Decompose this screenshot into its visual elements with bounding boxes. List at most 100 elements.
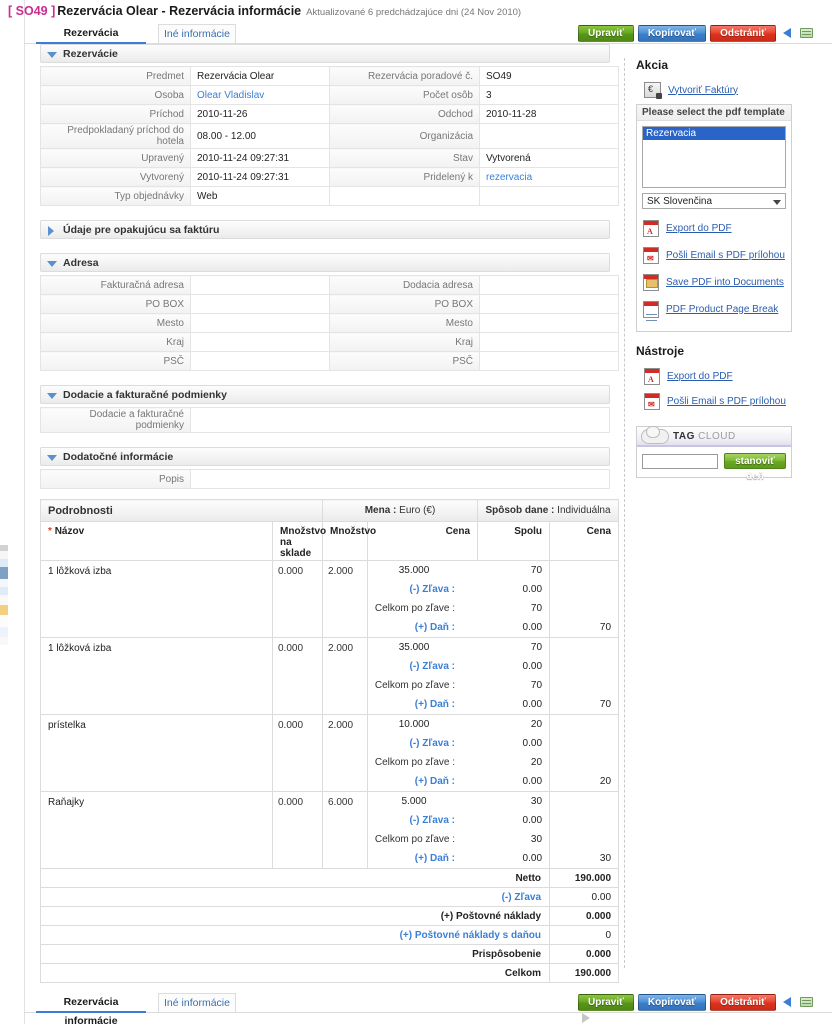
section-header-reservations[interactable]: Rezervácie — [40, 44, 610, 63]
item-qty: 2.000 — [322, 560, 368, 638]
item-breakdown: 35.000 70 (-) Zľava : 0.00 Celkom po zľave… — [366, 637, 551, 715]
pdf-email-icon — [643, 246, 659, 264]
total-label: (-) Zľava — [39, 887, 551, 907]
tools-pdf-export-link[interactable]: Export do PDF — [667, 371, 733, 382]
cloud-icon — [641, 426, 669, 444]
next-arrow-icon-bottom[interactable] — [578, 1011, 594, 1024]
field-value-assigned: rezervacia — [479, 167, 619, 187]
pdf-save-link[interactable]: Save PDF into Documents — [666, 277, 784, 288]
pdf-email-action[interactable]: Pošli Email s PDF prílohou — [643, 244, 791, 266]
pdf-export-action[interactable]: Export do PDF — [643, 217, 791, 239]
tab-reservation-info-top[interactable]: Rezervácia informácie — [36, 24, 146, 58]
pdf-export-link[interactable]: Export do PDF — [666, 223, 732, 234]
field-label: Dodacie a fakturačné podmienky — [40, 407, 191, 433]
field-value: Rezervácia Olear — [190, 66, 330, 86]
pdf-pagebreak-icon — [643, 300, 659, 318]
item-after-discount-label: Celkom po zľave : — [374, 757, 456, 768]
table-row: 1 lôžková izba 0.000 2.000 35.000 70 (-) … — [40, 560, 620, 638]
item-total: 70 — [530, 642, 543, 653]
toolbar-bottom: Upraviť Kopírovať Odstrániť — [578, 994, 832, 1023]
section-header-terms[interactable]: Dodacie a fakturačné podmienky — [40, 385, 610, 404]
field-label: Rezervácia poradové č. — [329, 66, 480, 86]
field-value: Web — [190, 186, 330, 206]
field-label: Typ objednávky — [40, 186, 191, 206]
item-line-total: 70 — [549, 637, 620, 715]
details-title: Podrobnosti — [40, 499, 323, 522]
item-qty: 2.000 — [322, 637, 368, 715]
item-discount: 0.00 — [522, 584, 543, 595]
pdf-pagebreak-action[interactable]: PDF Product Page Break — [643, 298, 791, 320]
field-value: 3 — [479, 85, 619, 105]
tools-pdf-email-link[interactable]: Pošli Email s PDF prílohou — [667, 396, 786, 407]
copy-button-bottom[interactable]: Kopírovať — [637, 994, 707, 1011]
field-row: Vytvorený 2010-11-24 09:27:31 Pridelený … — [40, 167, 619, 187]
previous-arrow-icon-bottom[interactable] — [780, 995, 796, 1010]
field-value — [190, 469, 610, 489]
section-title-recurring-invoice: Údaje pre opakujúcu sa faktúru — [63, 224, 220, 236]
total-value: 0.000 — [549, 944, 620, 964]
field-row: Upravený 2010-11-24 09:27:31 Stav Vytvor… — [40, 148, 619, 168]
item-qty: 2.000 — [322, 714, 368, 792]
pdf-template-panel: Please select the pdf template Rezervaci… — [636, 104, 792, 332]
pdf-export-icon — [644, 367, 660, 385]
field-value — [190, 294, 330, 314]
previous-arrow-icon-top[interactable] — [780, 26, 796, 41]
field-value — [479, 294, 619, 314]
delete-button-top[interactable]: Odstrániť — [710, 25, 776, 42]
item-after-discount-label: Celkom po zľave : — [374, 603, 456, 614]
copy-button-top[interactable]: Kopírovať — [637, 25, 707, 42]
tag-cloud-title: TAG CLOUD — [673, 431, 736, 442]
tools-pdf-email-action[interactable]: Pošli Email s PDF prílohou — [644, 390, 832, 412]
field-label: Organizácia — [329, 123, 480, 149]
delete-button-bottom[interactable]: Odstrániť — [710, 994, 776, 1011]
field-value: 2010-11-24 09:27:31 — [190, 148, 330, 168]
record-updated: Aktualizované 6 predchádzajúce dni (24 N… — [306, 7, 522, 18]
right-sidebar: Akcia Vytvoriť Faktúry Please select the… — [636, 58, 832, 482]
tag-submit-button[interactable]: stanoviť deň — [724, 453, 786, 482]
total-row-netto: Netto 190.000 — [39, 868, 620, 888]
item-total: 70 — [530, 565, 543, 576]
person-link[interactable]: Olear Vladislav — [197, 90, 264, 101]
section-additional: Dodatočné informácie Popis — [40, 447, 610, 489]
tab-other-info-top[interactable]: Iné informácie — [158, 24, 236, 44]
sidebar-tools-title: Nástroje — [636, 344, 685, 358]
tab-reservation-info-bottom[interactable]: Rezervácia informácie — [36, 993, 146, 1024]
field-value — [190, 275, 330, 295]
item-name: 1 lôžková izba — [40, 560, 273, 638]
field-label: Pridelený k — [329, 167, 480, 187]
pdf-pagebreak-link[interactable]: PDF Product Page Break — [666, 304, 778, 315]
tab-other-info-bottom[interactable]: Iné informácie — [158, 993, 236, 1013]
additional-field-table: Popis — [40, 469, 610, 489]
tag-input[interactable] — [642, 453, 718, 469]
list-view-icon-bottom[interactable] — [799, 995, 815, 1010]
field-value: Vytvorená — [479, 148, 619, 168]
item-qty: 6.000 — [322, 791, 368, 869]
field-value: 2010-11-28 — [479, 104, 619, 124]
assigned-link[interactable]: rezervacia — [486, 172, 532, 183]
field-label: Dodacia adresa — [329, 275, 480, 295]
field-row: Fakturačná adresa Dodacia adresa — [40, 275, 619, 295]
details-tax-method: Spôsob dane : Individuálna — [477, 499, 620, 522]
item-stock: 0.000 — [272, 637, 323, 715]
column-divider — [624, 58, 625, 968]
item-price: 35.000 — [398, 642, 430, 653]
field-row: PO BOX PO BOX — [40, 294, 619, 314]
pdf-template-option[interactable]: Rezervacia — [643, 127, 785, 140]
pdf-language-select[interactable]: SK Slovenčina — [642, 193, 786, 209]
edit-button-bottom[interactable]: Upraviť — [578, 994, 634, 1011]
section-header-additional[interactable]: Dodatočné informácie — [40, 447, 610, 466]
edit-button-top[interactable]: Upraviť — [578, 25, 634, 42]
section-header-recurring-invoice[interactable]: Údaje pre opakujúcu sa faktúru — [40, 220, 610, 239]
list-view-icon-top[interactable] — [799, 26, 815, 41]
field-value: 2010-11-24 09:27:31 — [190, 167, 330, 187]
pdf-template-listbox[interactable]: Rezervacia — [642, 126, 786, 188]
pdf-export-icon — [643, 219, 659, 237]
tools-pdf-export-action[interactable]: Export do PDF — [644, 365, 832, 387]
reservations-field-table: Predmet Rezervácia Olear Rezervácia pora… — [40, 66, 619, 206]
create-invoice-link[interactable]: Vytvoriť Faktúry — [668, 85, 738, 96]
pdf-email-link[interactable]: Pošli Email s PDF prílohou — [666, 250, 785, 261]
section-reservations: Rezervácie Predmet Rezervácia Olear Reze… — [40, 44, 619, 206]
pdf-save-action[interactable]: Save PDF into Documents — [643, 271, 791, 293]
create-invoice-action[interactable]: Vytvoriť Faktúry — [644, 79, 832, 101]
section-header-address[interactable]: Adresa — [40, 253, 610, 272]
